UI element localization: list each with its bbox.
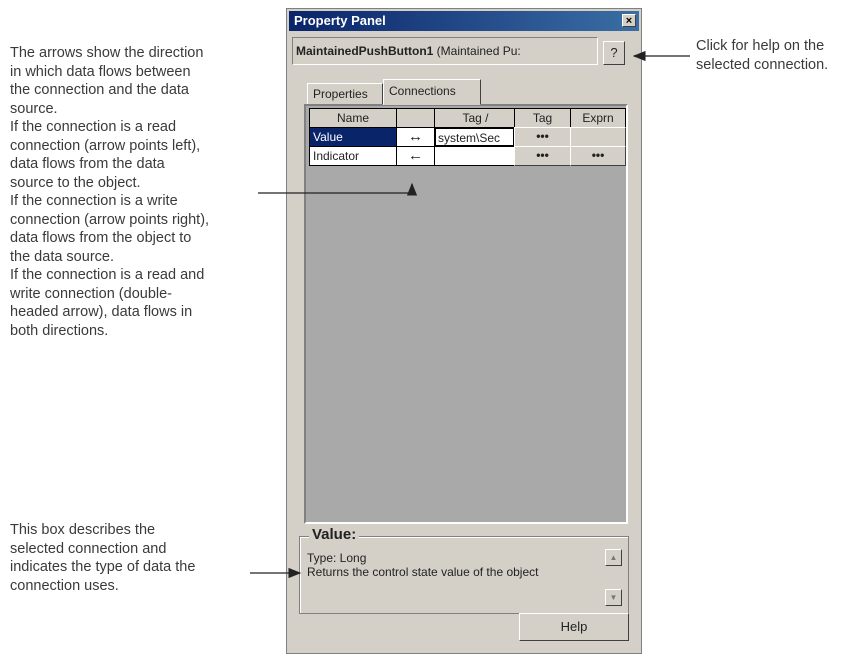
object-type: (Maintained Pu: xyxy=(433,44,521,58)
column-header-tag[interactable]: Tag xyxy=(514,108,571,128)
annotation-line: data flows from the object to xyxy=(10,230,192,246)
table-row[interactable]: Indicator ← ••• ••• xyxy=(309,146,626,166)
annotation-line: indicates the type of data the xyxy=(10,559,196,575)
close-button[interactable]: × xyxy=(622,14,636,27)
annotation-line: The arrows show the direction xyxy=(10,45,204,61)
annotation-line: connection (arrow points right), xyxy=(10,211,210,228)
column-header-expression[interactable]: Exprn xyxy=(570,108,626,128)
connections-grid: Name Tag / Tag Exprn Value ↔ system\Sec … xyxy=(304,104,628,524)
scroll-up-button[interactable]: ▲ xyxy=(605,549,622,566)
title-bar: Property Panel × xyxy=(289,11,639,31)
annotation-line: If the connection is a write xyxy=(10,193,178,209)
expression-button[interactable] xyxy=(570,127,626,147)
scroll-up-icon: ▲ xyxy=(609,553,618,562)
close-icon: × xyxy=(625,15,633,27)
annotation-line: both directions. xyxy=(10,322,109,339)
annotation-line: If the connection is a read and xyxy=(10,267,205,283)
property-panel: Property Panel × MaintainedPushButton1 (… xyxy=(286,8,642,654)
scroll-down-icon: ▼ xyxy=(609,593,618,602)
expression-button[interactable]: ••• xyxy=(570,146,626,166)
tab-properties[interactable]: Properties xyxy=(307,83,383,105)
connection-name[interactable]: Indicator xyxy=(309,146,397,166)
description-box: Value: Type: Long Returns the control st… xyxy=(299,526,629,614)
table-row[interactable]: Value ↔ system\Sec ••• xyxy=(309,127,626,147)
connection-name[interactable]: Value xyxy=(309,127,397,147)
help-button[interactable]: Help xyxy=(519,613,629,641)
annotation-line: connection (arrow points left), xyxy=(10,137,201,154)
annotation-description-box: This box describes the selected connecti… xyxy=(10,521,195,595)
annotation-line: write connection (double- xyxy=(10,285,173,302)
annotation-line: source. xyxy=(10,100,58,117)
double-arrow-icon: ↔ xyxy=(396,127,435,147)
object-name-field: MaintainedPushButton1 (Maintained Pu: xyxy=(292,37,598,65)
annotation-line: headed arrow), data flows in xyxy=(10,304,193,320)
object-name: MaintainedPushButton1 xyxy=(296,44,434,58)
window-title: Property Panel xyxy=(294,13,386,28)
annotation-line: selected connection. xyxy=(696,56,829,73)
annotation-help: Click for help on the selected connectio… xyxy=(696,37,828,74)
grid-header: Name Tag / Tag Exprn xyxy=(309,108,626,128)
tab-connections[interactable]: Connections xyxy=(383,79,481,105)
scroll-down-button[interactable]: ▼ xyxy=(605,589,622,606)
annotation-line: selected connection and xyxy=(10,540,167,557)
annotation-arrows: The arrows show the direction in which d… xyxy=(10,44,209,340)
tag-browse-button[interactable]: ••• xyxy=(514,127,571,147)
description-body: Returns the control state value of the o… xyxy=(307,565,539,579)
tag-input[interactable]: system\Sec xyxy=(434,127,515,147)
column-header-name[interactable]: Name xyxy=(309,108,397,128)
connection-help-button[interactable]: ? xyxy=(603,41,625,65)
question-icon: ? xyxy=(610,45,618,60)
annotation-line: the connection and the data xyxy=(10,82,189,98)
annotation-line: in which data flows between xyxy=(10,63,191,80)
annotation-line: data flows from the data xyxy=(10,156,165,172)
description-title: Value: xyxy=(309,526,360,543)
tag-browse-button[interactable]: ••• xyxy=(514,146,571,166)
left-arrow-icon: ← xyxy=(396,146,435,166)
annotation-line: This box describes the xyxy=(10,522,156,538)
tag-input[interactable] xyxy=(434,146,515,166)
column-header-direction[interactable] xyxy=(396,108,435,128)
description-type: Type: Long xyxy=(307,551,367,565)
annotation-line: the data source. xyxy=(10,248,114,265)
annotation-line: If the connection is a read xyxy=(10,119,177,135)
annotation-line: connection uses. xyxy=(10,577,119,594)
annotation-line: Click for help on the xyxy=(696,38,825,54)
annotation-line: source to the object. xyxy=(10,174,141,191)
column-header-tag-path[interactable]: Tag / xyxy=(434,108,515,128)
